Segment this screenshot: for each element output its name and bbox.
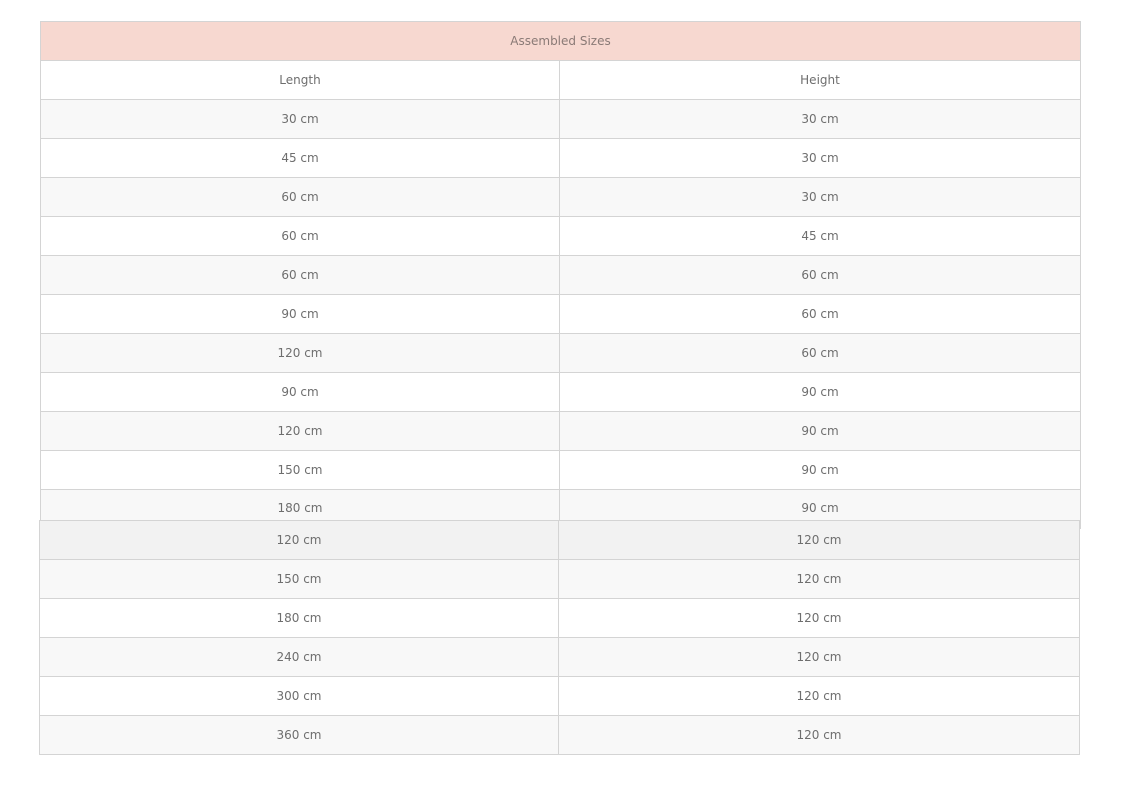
table-row: 120 cm 90 cm <box>40 411 1081 451</box>
height-cell: 120 cm <box>558 598 1080 638</box>
length-cell: 30 cm <box>40 99 560 139</box>
height-cell: 120 cm <box>558 715 1080 755</box>
length-cell: 120 cm <box>40 411 560 451</box>
height-cell: 120 cm <box>558 637 1080 677</box>
table-row: 240 cm 120 cm <box>39 637 1080 677</box>
height-cell: 30 cm <box>559 177 1081 217</box>
assembled-sizes-table: Assembled Sizes Length Height 30 cm 30 c… <box>40 21 1081 529</box>
table-row: 30 cm 30 cm <box>40 99 1081 139</box>
height-cell: 60 cm <box>559 255 1081 295</box>
height-cell: 120 cm <box>558 559 1080 599</box>
table-row: 60 cm 45 cm <box>40 216 1081 256</box>
length-cell: 60 cm <box>40 255 560 295</box>
length-cell: 360 cm <box>39 715 559 755</box>
table-row: 90 cm 60 cm <box>40 294 1081 334</box>
height-cell: 120 cm <box>558 520 1080 560</box>
height-cell: 45 cm <box>559 216 1081 256</box>
table-row: 360 cm 120 cm <box>39 715 1080 755</box>
table-row: 90 cm 90 cm <box>40 372 1081 412</box>
table-title: Assembled Sizes <box>40 21 1081 61</box>
length-cell: 90 cm <box>40 372 560 412</box>
table-row: 180 cm 120 cm <box>39 598 1080 638</box>
table-row: 45 cm 30 cm <box>40 138 1081 178</box>
length-cell: 90 cm <box>40 294 560 334</box>
page: Assembled Sizes Length Height 30 cm 30 c… <box>0 0 1124 790</box>
length-cell: 120 cm <box>40 333 560 373</box>
length-cell: 60 cm <box>40 177 560 217</box>
height-cell: 30 cm <box>559 138 1081 178</box>
height-cell: 60 cm <box>559 294 1081 334</box>
table-row: 120 cm 120 cm <box>39 520 1080 560</box>
table-row: 150 cm 90 cm <box>40 450 1081 490</box>
height-cell: 120 cm <box>558 676 1080 716</box>
table-title-row: Assembled Sizes <box>40 21 1081 61</box>
table-row: 150 cm 120 cm <box>39 559 1080 599</box>
assembled-sizes-table-continued: 120 cm 120 cm 150 cm 120 cm 180 cm 120 c… <box>39 520 1080 755</box>
table-row: 120 cm 60 cm <box>40 333 1081 373</box>
length-cell: 60 cm <box>40 216 560 256</box>
height-cell: 90 cm <box>559 372 1081 412</box>
length-cell: 45 cm <box>40 138 560 178</box>
table-header-row: Length Height <box>40 60 1081 100</box>
length-cell: 150 cm <box>40 450 560 490</box>
length-cell: 120 cm <box>39 520 559 560</box>
height-cell: 60 cm <box>559 333 1081 373</box>
length-cell: 150 cm <box>39 559 559 599</box>
length-cell: 180 cm <box>39 598 559 638</box>
height-cell: 30 cm <box>559 99 1081 139</box>
column-header-length: Length <box>40 60 560 100</box>
table-row: 60 cm 60 cm <box>40 255 1081 295</box>
height-cell: 90 cm <box>559 450 1081 490</box>
height-cell: 90 cm <box>559 411 1081 451</box>
column-header-height: Height <box>559 60 1081 100</box>
length-cell: 300 cm <box>39 676 559 716</box>
table-row: 60 cm 30 cm <box>40 177 1081 217</box>
table-row: 300 cm 120 cm <box>39 676 1080 716</box>
length-cell: 240 cm <box>39 637 559 677</box>
